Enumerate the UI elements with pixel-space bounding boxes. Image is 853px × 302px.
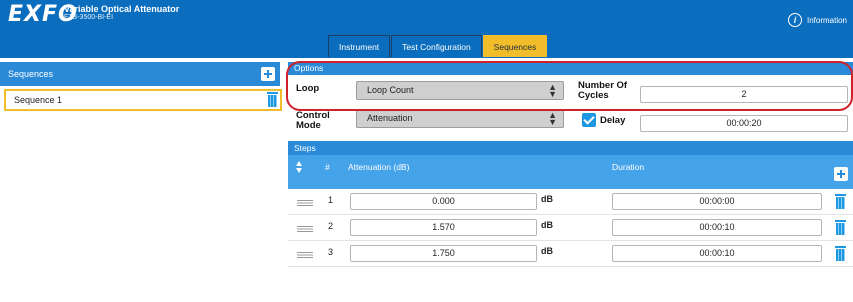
tab-test-configuration[interactable]: Test Configuration: [391, 35, 482, 57]
unit-label: dB: [541, 194, 553, 204]
attenuation-input[interactable]: 0.000: [350, 193, 537, 210]
cycles-label: Number Of Cycles: [578, 80, 628, 101]
step-row: 1 0.000 dB 00:00:00: [288, 189, 853, 215]
information-button[interactable]: i Information: [787, 13, 847, 27]
column-attenuation: Attenuation (dB): [348, 162, 410, 172]
sequences-title: Sequences: [8, 69, 54, 79]
select-arrows-icon: ▲ ▼: [548, 82, 557, 99]
app-title: Variable Optical Attenuator: [64, 4, 180, 14]
tab-bar: Instrument Test Configuration Sequences: [328, 35, 548, 57]
app-model: FTB-3500-BI-EI: [64, 14, 114, 21]
steps-header: Steps: [288, 141, 853, 155]
delete-step-icon[interactable]: [835, 194, 846, 209]
steps-title: Steps: [294, 143, 316, 153]
options-panel: Loop Loop Count ▲ ▼ Number Of Cycles 2 Con…: [288, 75, 853, 136]
duration-input[interactable]: 00:00:00: [612, 193, 822, 210]
steps-column-header: # Attenuation (dB) Duration: [288, 155, 853, 189]
delay-checkbox[interactable]: [582, 113, 596, 127]
info-icon: i: [787, 13, 802, 27]
cycles-input[interactable]: 2: [640, 86, 848, 103]
duration-input[interactable]: 00:00:10: [612, 245, 822, 262]
column-duration: Duration: [612, 162, 645, 172]
step-row: 2 1.570 dB 00:00:10: [288, 215, 853, 241]
options-header: Options: [288, 62, 853, 75]
control-mode-label: Control Mode: [296, 110, 330, 131]
control-mode-value: Attenuation: [367, 113, 413, 123]
information-label: Information: [806, 15, 847, 25]
column-number: #: [325, 162, 330, 172]
add-step-button[interactable]: [834, 167, 848, 181]
step-number: 2: [328, 221, 334, 231]
app-header: EXFO Variable Optical Attenuator FTB-350…: [0, 0, 853, 58]
delay-label: Delay: [600, 115, 626, 126]
sequences-header: Sequences: [0, 62, 280, 86]
duration-input[interactable]: 00:00:10: [612, 219, 822, 236]
delete-step-icon[interactable]: [835, 246, 846, 261]
sequence-item-label: Sequence 1: [14, 95, 63, 105]
delete-step-icon[interactable]: [835, 220, 846, 235]
control-mode-select[interactable]: Attenuation ▲ ▼: [356, 109, 564, 128]
drag-handle-icon[interactable]: [297, 226, 313, 232]
add-sequence-button[interactable]: [261, 67, 275, 81]
drag-handle-icon[interactable]: [297, 252, 313, 258]
options-title: Options: [294, 63, 324, 73]
tab-instrument[interactable]: Instrument: [328, 35, 391, 57]
step-number: 3: [328, 247, 334, 257]
drag-handle-icon[interactable]: [297, 200, 313, 206]
select-arrows-icon: ▲ ▼: [548, 110, 557, 127]
step-number: 1: [328, 195, 334, 205]
sequence-item[interactable]: Sequence 1: [4, 89, 282, 111]
attenuation-input[interactable]: 1.570: [350, 219, 537, 236]
delay-input[interactable]: 00:00:20: [640, 115, 848, 132]
sort-icon[interactable]: [296, 161, 303, 173]
delete-sequence-icon[interactable]: [267, 92, 278, 107]
loop-label: Loop: [296, 83, 320, 94]
unit-label: dB: [541, 220, 553, 230]
step-row: 3 1.750 dB 00:00:10: [288, 241, 853, 267]
attenuation-input[interactable]: 1.750: [350, 245, 537, 262]
unit-label: dB: [541, 246, 553, 256]
loop-select[interactable]: Loop Count ▲ ▼: [356, 81, 564, 100]
loop-select-value: Loop Count: [367, 85, 414, 95]
tab-sequences[interactable]: Sequences: [482, 35, 548, 57]
